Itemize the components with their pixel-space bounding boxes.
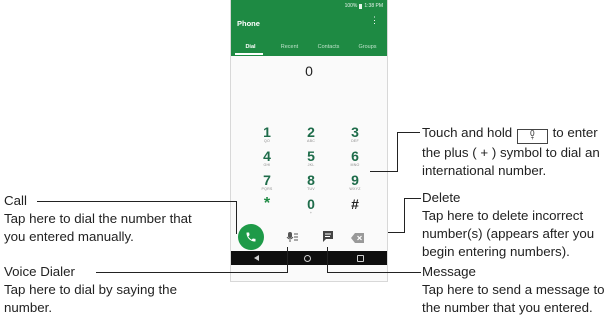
- callout-desc: the number that you entered.: [422, 300, 593, 315]
- key-0[interactable]: 0 +: [289, 197, 333, 221]
- key-digit: 8: [307, 172, 315, 188]
- key-5[interactable]: 5 JKL: [289, 149, 333, 173]
- callout-title: Voice Dialer: [4, 264, 75, 279]
- home-icon[interactable]: [304, 254, 312, 262]
- tab-recent[interactable]: Recent: [270, 40, 309, 56]
- callout-line: [327, 247, 328, 273]
- inline-zero-key: 0 +: [516, 129, 548, 144]
- callout-line: [397, 132, 398, 171]
- key-letters: ABC: [307, 139, 315, 143]
- callout-desc: Tap here to send a message to: [422, 282, 605, 297]
- callout-desc: Tap here to dial the number that: [4, 211, 192, 226]
- key-4[interactable]: 4 GHI: [245, 149, 289, 173]
- key-1[interactable]: 1 QO: [245, 125, 289, 149]
- key-letters: MNO: [350, 163, 360, 167]
- callout-text: Touch and hold 0 + to enter: [422, 125, 598, 144]
- key-letters: DEF: [351, 139, 359, 143]
- key-2[interactable]: 2 ABC: [289, 125, 333, 149]
- key-hash[interactable]: #: [333, 197, 377, 221]
- inline-key-sub: +: [530, 136, 535, 142]
- tab-groups[interactable]: Groups: [348, 40, 387, 56]
- callout-voice: Voice Dialer Tap here to dial by saying …: [4, 263, 229, 317]
- callout-line: [404, 198, 421, 199]
- key-digit: 4: [263, 148, 271, 164]
- callout-desc: number.: [4, 300, 53, 315]
- phone-screen: 100% 1:38 PM Phone ⋮ Dial Recent Contact…: [231, 0, 387, 281]
- callout-delete: Delete Tap here to delete incorrect numb…: [422, 189, 612, 261]
- key-digit: #: [351, 196, 359, 212]
- key-star[interactable]: *: [245, 195, 289, 221]
- battery-icon: [359, 3, 363, 9]
- delete-button[interactable]: [351, 231, 365, 243]
- key-3[interactable]: 3 DEF: [333, 125, 377, 149]
- key-digit: 1: [263, 124, 271, 140]
- key-7[interactable]: 7 PQRS: [245, 173, 289, 197]
- callout-desc: begin entering numbers).: [422, 244, 570, 259]
- key-6[interactable]: 6 MNO: [333, 149, 377, 173]
- callout-line: [404, 198, 405, 232]
- callout-plus: Touch and hold 0 + to enter the plus ( + …: [422, 124, 612, 180]
- key-digit: 2: [307, 124, 315, 140]
- callout-desc: Tap here to dial by saying the: [4, 282, 177, 297]
- recents-icon[interactable]: [357, 254, 365, 262]
- back-icon[interactable]: [253, 255, 259, 261]
- callout-line: [397, 132, 420, 133]
- number-display: 0: [305, 63, 313, 79]
- key-digit: *: [263, 195, 271, 212]
- key-digit: 3: [351, 124, 359, 140]
- app-bar: 100% 1:38 PM Phone ⋮ Dial Recent Contact…: [231, 0, 387, 56]
- callout-text-part: Touch and hold: [422, 125, 513, 140]
- key-digit: 9: [351, 172, 359, 188]
- callout-desc: international number.: [422, 163, 547, 178]
- callout-title: Delete: [422, 190, 461, 205]
- key-9[interactable]: 9 WXYZ: [333, 173, 377, 197]
- app-title: Phone: [237, 19, 260, 28]
- key-letters: PQRS: [261, 187, 273, 191]
- callout-call: Call Tap here to dial the number that yo…: [4, 192, 229, 246]
- key-digit: 6: [351, 148, 359, 164]
- callout-title: Message: [422, 264, 476, 279]
- callout-line: [388, 232, 405, 233]
- call-button[interactable]: [238, 224, 264, 250]
- callout-desc: the plus ( + ) symbol to dial an: [422, 145, 600, 160]
- callout-line: [370, 171, 398, 172]
- more-vert-icon[interactable]: ⋮: [370, 16, 379, 25]
- phone-icon: [246, 232, 256, 242]
- callout-title: Call: [4, 193, 27, 208]
- dial-keypad: 1 QO 2 ABC 3 DEF 4 GHI 5 JKL 6 MNO 7 PQRS 8 TUV …: [245, 125, 377, 221]
- callout-line: [287, 247, 288, 273]
- microphone-icon: [286, 232, 298, 242]
- callout-line: [236, 201, 237, 234]
- callout-text-part: to enter: [552, 125, 598, 140]
- tab-contacts[interactable]: Contacts: [309, 40, 348, 56]
- system-nav-bar: [231, 251, 387, 265]
- callout-desc: Tap here to delete incorrect: [422, 208, 584, 223]
- key-digit: 0: [307, 196, 315, 212]
- dial-actions: [231, 224, 387, 250]
- callout-message: Message Tap here to send a message to th…: [422, 263, 614, 317]
- key-letters: WXYZ: [349, 187, 361, 191]
- key-letters: +: [309, 211, 313, 215]
- callout-desc: you entered manually.: [4, 229, 134, 244]
- key-letters: JKL: [307, 163, 315, 167]
- key-digit: 7: [263, 172, 271, 188]
- battery-percent: 100%: [344, 3, 358, 9]
- key-letters: TUV: [307, 187, 315, 191]
- key-8[interactable]: 8 TUV: [289, 173, 333, 197]
- message-button[interactable]: [321, 229, 335, 243]
- message-icon: [323, 231, 333, 242]
- status-bar: 100% 1:38 PM: [345, 3, 383, 9]
- backspace-icon: [351, 233, 364, 243]
- callout-line: [327, 272, 421, 273]
- active-tab-indicator: [235, 53, 263, 55]
- status-time: 1:38 PM: [364, 3, 383, 9]
- key-letters: QO: [264, 139, 270, 143]
- key-letters: GHI: [263, 163, 271, 167]
- callout-desc: number(s) (appears after you: [422, 226, 595, 241]
- key-digit: 5: [307, 148, 315, 164]
- voice-dialer-button[interactable]: [286, 230, 300, 244]
